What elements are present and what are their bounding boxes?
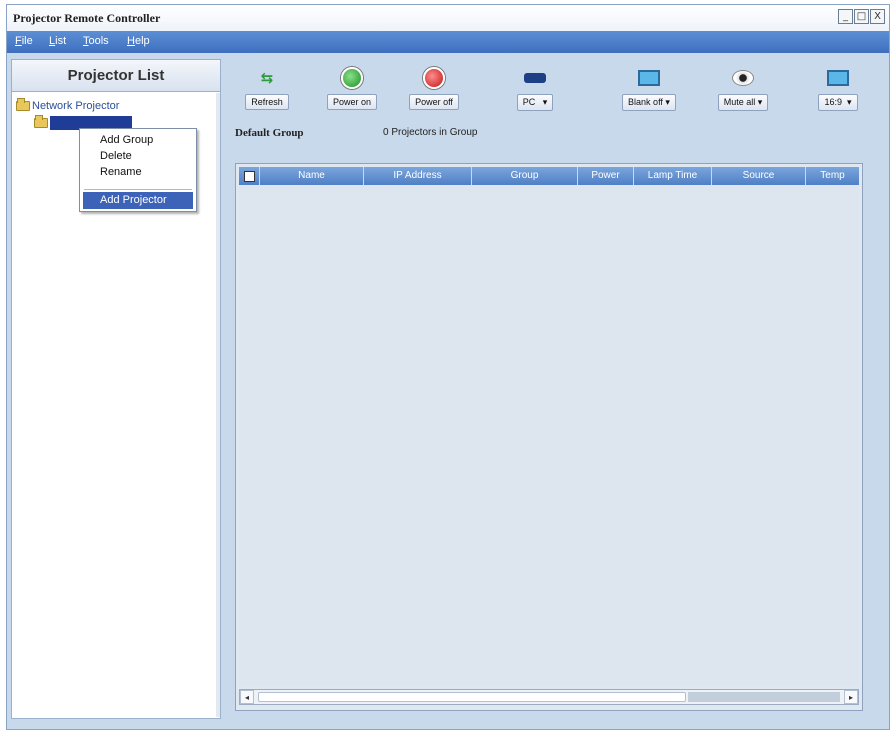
menu-help-mnemonic: H [127, 35, 135, 47]
title-bar: Projector Remote Controller _ □ X [7, 5, 889, 31]
table-header: Name IP Address Group Power Lamp Time So… [239, 167, 859, 185]
group-name: Default Group [235, 127, 304, 139]
mute-value: Mute all [723, 97, 756, 107]
column-header-temp[interactable]: Temp [805, 167, 859, 185]
column-header-power[interactable]: Power [577, 167, 633, 185]
chevron-down-icon: ▾ [757, 97, 763, 107]
folder-icon [34, 115, 48, 128]
mute-select[interactable]: Mute all ▾ [705, 65, 781, 113]
aspect-ratio-label: 16:9 ▾ [818, 94, 858, 111]
source-select-label: PC ▾ [516, 94, 554, 111]
power-on-label: Power on [326, 94, 378, 110]
context-separator [84, 189, 192, 190]
blank-icon [636, 65, 662, 91]
projector-list-header: Projector List [12, 60, 220, 92]
blank-select-label: Blank off ▾ [622, 94, 676, 111]
chevron-down-icon: ▾ [665, 97, 670, 107]
panel-scrollbar[interactable] [216, 93, 220, 717]
column-header-lamp-time[interactable]: Lamp Time [633, 167, 711, 185]
menu-list[interactable]: List [49, 35, 66, 47]
mute-select-label: Mute all ▾ [717, 94, 769, 111]
mute-icon [730, 65, 756, 91]
chevron-down-icon: ▾ [847, 97, 852, 107]
projector-table: Name IP Address Group Power Lamp Time So… [235, 163, 863, 711]
context-delete[interactable]: Delete [100, 150, 132, 162]
scroll-left-icon[interactable]: ◂ [240, 690, 254, 704]
column-header-ip[interactable]: IP Address [363, 167, 471, 185]
minimize-button[interactable]: _ [838, 9, 853, 24]
column-header-name[interactable]: Name [259, 167, 363, 185]
context-menu: Add Group Delete Rename Add Projector [79, 128, 197, 212]
refresh-icon: ⇆ [260, 69, 274, 87]
menu-tools-label: ools [88, 35, 109, 47]
folder-icon [16, 98, 30, 111]
maximize-button[interactable]: □ [854, 9, 869, 24]
context-rename[interactable]: Rename [100, 166, 142, 178]
group-info: Default Group 0 Projectors in Group [235, 127, 875, 143]
tree-node-network-projector[interactable]: Network Projector [16, 98, 120, 112]
power-on-icon [339, 65, 365, 91]
menu-bar: File List Tools Help [7, 31, 889, 53]
select-all-checkbox[interactable] [239, 167, 259, 185]
blank-value: Blank off [628, 97, 663, 107]
scroll-right-icon[interactable]: ▸ [844, 690, 858, 704]
menu-help[interactable]: Help [127, 35, 150, 47]
power-on-button[interactable]: Power on [319, 65, 385, 113]
window-controls: _ □ X [838, 9, 885, 24]
context-add-projector[interactable]: Add Projector [83, 192, 193, 209]
table-body [239, 186, 859, 686]
scroll-track [688, 692, 840, 702]
source-value: PC [522, 97, 536, 107]
window-title: Projector Remote Controller [13, 11, 161, 25]
power-off-icon [421, 65, 447, 91]
scroll-thumb[interactable] [258, 692, 686, 702]
tree-node-label: Network Projector [32, 100, 120, 112]
source-select[interactable]: PC ▾ [497, 65, 573, 113]
power-off-label: Power off [409, 94, 459, 110]
app-window: Projector Remote Controller _ □ X File L… [6, 4, 890, 730]
menu-file[interactable]: File [15, 35, 33, 47]
menu-file-label: ile [21, 35, 33, 47]
aspect-ratio-icon [825, 65, 851, 91]
blank-select[interactable]: Blank off ▾ [611, 65, 687, 113]
group-count: 0 Projectors in Group [383, 127, 478, 138]
horizontal-scrollbar[interactable]: ◂ ▸ [239, 689, 859, 705]
close-button[interactable]: X [870, 9, 885, 24]
menu-help-label: elp [134, 35, 150, 47]
power-off-button[interactable]: Power off [401, 65, 467, 113]
column-header-source[interactable]: Source [711, 167, 805, 185]
menu-file-mnemonic: F [15, 35, 22, 47]
menu-tools[interactable]: Tools [83, 35, 109, 47]
refresh-label: Refresh [245, 94, 289, 110]
chevron-down-icon: ▾ [542, 97, 548, 107]
refresh-button[interactable]: ⇆ Refresh [237, 65, 297, 113]
menu-list-label: ist [55, 35, 67, 47]
context-add-group[interactable]: Add Group [100, 134, 153, 146]
toolbar: ⇆ Refresh Power on Power off PC ▾ Blank … [227, 59, 877, 117]
aspect-ratio-select[interactable]: 16:9 ▾ [805, 65, 871, 113]
pc-source-icon [522, 65, 548, 91]
aspect-value: 16:9 [824, 97, 842, 107]
main-panel: ⇆ Refresh Power on Power off PC ▾ Blank … [227, 59, 877, 719]
column-header-group[interactable]: Group [471, 167, 577, 185]
